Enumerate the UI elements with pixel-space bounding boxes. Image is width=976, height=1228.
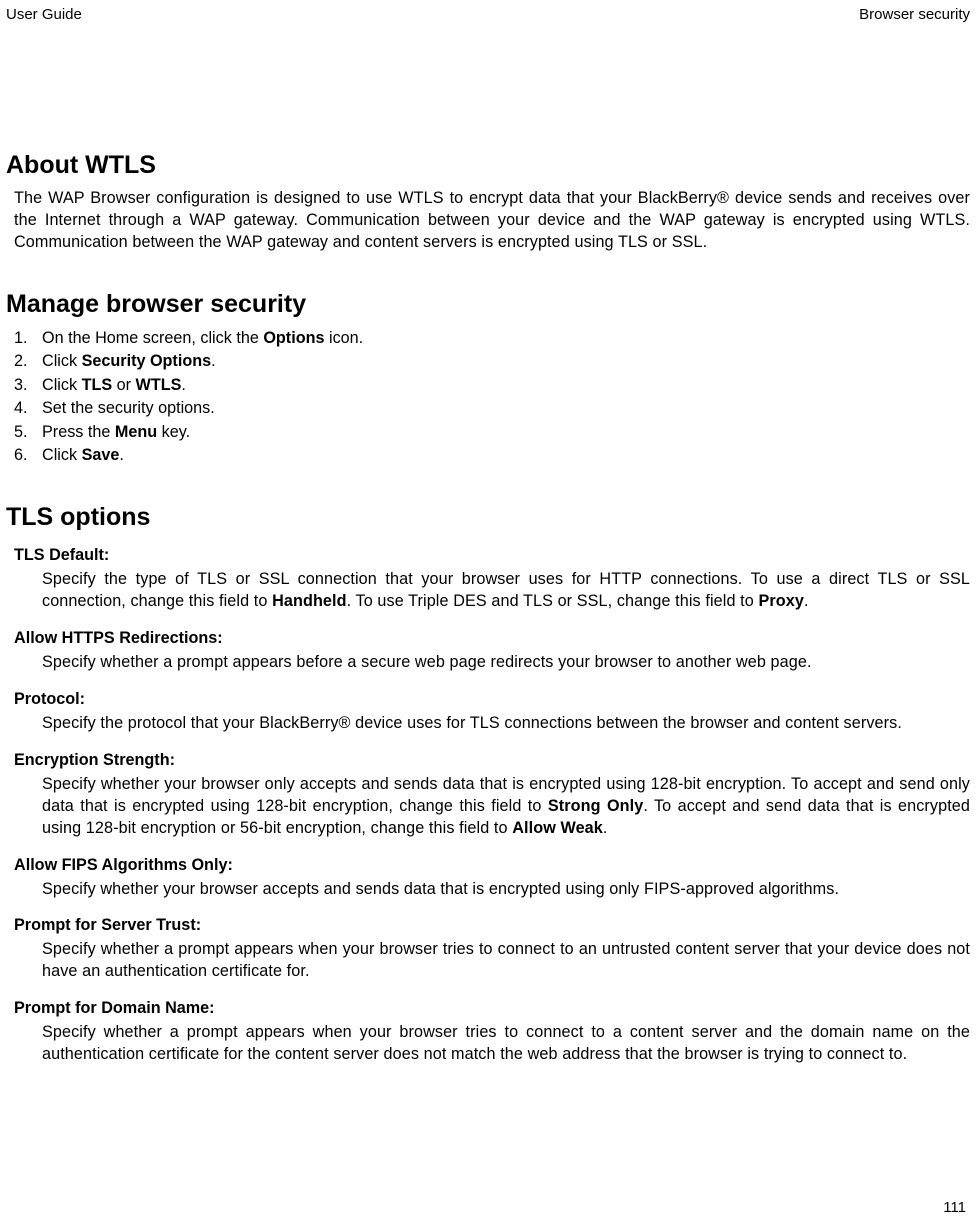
definition-encryption-strength: Encryption Strength: Specify whether you… bbox=[14, 751, 970, 840]
definition-description: Specify the type of TLS or SSL connectio… bbox=[42, 569, 970, 613]
section-manage-browser-security: Manage browser security 1. On the Home s… bbox=[6, 290, 970, 468]
step-item: 5. Press the Menu key. bbox=[14, 421, 970, 444]
definition-term: Prompt for Server Trust: bbox=[14, 916, 970, 935]
definition-term: Prompt for Domain Name: bbox=[14, 999, 970, 1018]
definitions-list: TLS Default: Specify the type of TLS or … bbox=[6, 546, 970, 1065]
definition-description: Specify whether a prompt appears when yo… bbox=[42, 939, 970, 983]
definition-allow-https-redirections: Allow HTTPS Redirections: Specify whethe… bbox=[14, 629, 970, 674]
definition-description: Specify whether a prompt appears before … bbox=[42, 652, 970, 674]
heading-manage-browser-security: Manage browser security bbox=[6, 290, 970, 319]
definition-prompt-domain-name: Prompt for Domain Name: Specify whether … bbox=[14, 999, 970, 1066]
step-text: Click TLS or WTLS. bbox=[42, 374, 186, 397]
step-item: 6. Click Save. bbox=[14, 444, 970, 467]
page-header: User Guide Browser security bbox=[6, 6, 970, 31]
header-right: Browser security bbox=[859, 6, 970, 23]
step-number: 4. bbox=[14, 397, 42, 420]
definition-protocol: Protocol: Specify the protocol that your… bbox=[14, 690, 970, 735]
heading-tls-options: TLS options bbox=[6, 503, 970, 532]
step-number: 6. bbox=[14, 444, 42, 467]
step-item: 1. On the Home screen, click the Options… bbox=[14, 327, 970, 350]
page-number: 111 bbox=[943, 1199, 966, 1216]
definition-prompt-server-trust: Prompt for Server Trust: Specify whether… bbox=[14, 916, 970, 983]
definition-term: Allow FIPS Algorithms Only: bbox=[14, 856, 970, 875]
step-text: Click Security Options. bbox=[42, 350, 216, 373]
page: User Guide Browser security About WTLS T… bbox=[0, 0, 976, 1228]
definition-tls-default: TLS Default: Specify the type of TLS or … bbox=[14, 546, 970, 613]
step-number: 2. bbox=[14, 350, 42, 373]
step-item: 3. Click TLS or WTLS. bbox=[14, 374, 970, 397]
paragraph-about-wtls: The WAP Browser configuration is designe… bbox=[6, 188, 970, 254]
step-text: Click Save. bbox=[42, 444, 124, 467]
step-item: 4. Set the security options. bbox=[14, 397, 970, 420]
steps-list: 1. On the Home screen, click the Options… bbox=[6, 327, 970, 468]
definition-term: Encryption Strength: bbox=[14, 751, 970, 770]
definition-term: Allow HTTPS Redirections: bbox=[14, 629, 970, 648]
definition-term: Protocol: bbox=[14, 690, 970, 709]
step-item: 2. Click Security Options. bbox=[14, 350, 970, 373]
section-about-wtls: About WTLS The WAP Browser configuration… bbox=[6, 151, 970, 254]
definition-description: Specify the protocol that your BlackBerr… bbox=[42, 713, 970, 735]
definition-description: Specify whether your browser only accept… bbox=[42, 774, 970, 840]
definition-description: Specify whether a prompt appears when yo… bbox=[42, 1022, 970, 1066]
header-left: User Guide bbox=[6, 6, 82, 23]
heading-about-wtls: About WTLS bbox=[6, 151, 970, 180]
step-number: 5. bbox=[14, 421, 42, 444]
definition-term: TLS Default: bbox=[14, 546, 970, 565]
step-text: On the Home screen, click the Options ic… bbox=[42, 327, 363, 350]
step-number: 3. bbox=[14, 374, 42, 397]
step-number: 1. bbox=[14, 327, 42, 350]
definition-allow-fips: Allow FIPS Algorithms Only: Specify whet… bbox=[14, 856, 970, 901]
step-text: Press the Menu key. bbox=[42, 421, 190, 444]
section-tls-options: TLS options TLS Default: Specify the typ… bbox=[6, 503, 970, 1065]
step-text: Set the security options. bbox=[42, 397, 215, 420]
definition-description: Specify whether your browser accepts and… bbox=[42, 879, 970, 901]
